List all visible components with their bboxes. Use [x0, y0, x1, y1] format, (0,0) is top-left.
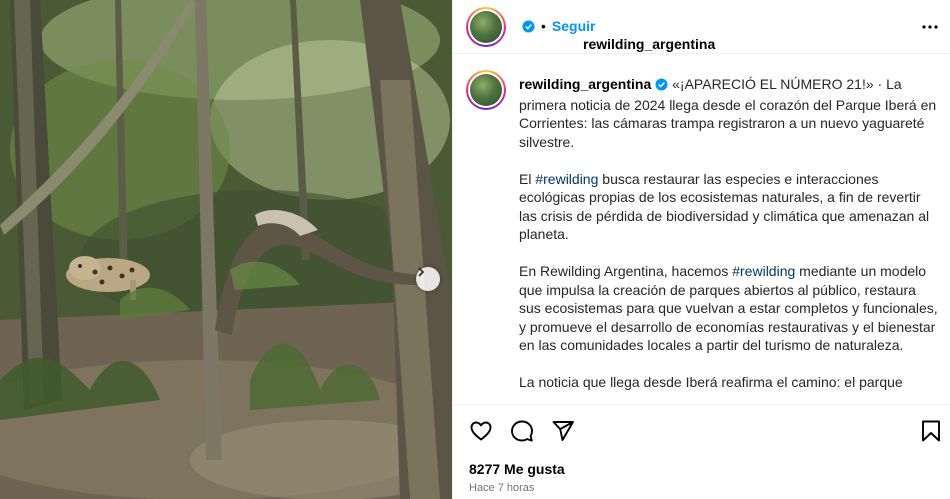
post-side-panel: rewilding_argentina • Seguir rewilding_arg…: [452, 0, 950, 499]
like-button[interactable]: [469, 419, 493, 448]
bookmark-icon: [922, 420, 940, 442]
post-timestamp[interactable]: Hace 7 horas: [469, 482, 534, 494]
verified-badge-icon: [655, 77, 668, 96]
more-horizontal-icon: [922, 25, 938, 29]
post-header: rewilding_argentina • Seguir: [453, 0, 950, 54]
share-button[interactable]: [551, 419, 575, 448]
caption-text-2a: El: [519, 170, 536, 187]
separator: •: [541, 18, 546, 34]
post-caption: rewilding_argentina «¡APARECIÓ EL NÚMERO…: [519, 75, 939, 404]
comment-button[interactable]: [510, 419, 534, 448]
share-icon: [552, 421, 574, 441]
comment-icon: [511, 420, 533, 442]
header-meta: rewilding_argentina • Seguir: [518, 18, 715, 52]
caption-avatar[interactable]: [466, 70, 506, 110]
more-options-button[interactable]: [921, 18, 939, 41]
hashtag-link[interactable]: #rewilding: [535, 171, 598, 187]
action-bar: [453, 404, 950, 456]
jungle-photo-image: [0, 0, 452, 499]
next-photo-button[interactable]: [416, 267, 440, 291]
verified-badge-icon: [522, 20, 535, 36]
caption-username[interactable]: rewilding_argentina: [519, 76, 651, 92]
header-username[interactable]: rewilding_argentina: [583, 36, 715, 52]
caption-text-3a: En Rewilding Argentina, hacemos: [519, 263, 733, 279]
likes-count[interactable]: 8277 Me gusta: [469, 461, 565, 477]
caption-area: rewilding_argentina «¡APARECIÓ EL NÚMERO…: [453, 55, 950, 404]
avatar[interactable]: [466, 7, 506, 47]
hashtag-link[interactable]: #rewilding: [732, 263, 795, 279]
caption-paragraph-3: En Rewilding Argentina, hacemos #rewildi…: [519, 262, 939, 355]
save-button[interactable]: [920, 419, 942, 448]
post-photo[interactable]: [0, 0, 452, 499]
caption-paragraph-1: rewilding_argentina «¡APARECIÓ EL NÚMERO…: [519, 75, 939, 151]
caption-paragraph-4: La noticia que llega desde Iberá reafirm…: [519, 374, 903, 390]
follow-button[interactable]: Seguir: [552, 18, 596, 34]
heart-icon: [470, 421, 492, 441]
caption-paragraph-2: El #rewilding busca restaurar las especi…: [519, 170, 939, 244]
chevron-right-icon: [418, 267, 425, 277]
